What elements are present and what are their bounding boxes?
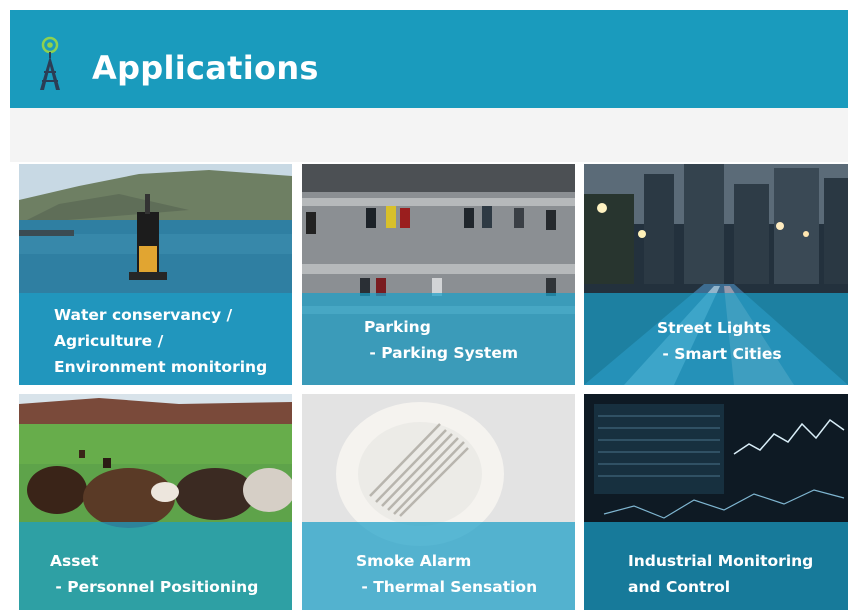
tile-street-lights[interactable]: Street Lights - Smart Cities: [584, 164, 848, 385]
tile-caption: Industrial Monitoring and Control: [628, 552, 814, 596]
tile-parking[interactable]: Parking - Parking System: [302, 164, 575, 385]
tile-industrial-monitoring[interactable]: Industrial Monitoring and Control: [584, 394, 848, 610]
tile-asset-positioning[interactable]: Asset - Personnel Positioning: [19, 394, 292, 610]
tile-smoke-alarm[interactable]: Smoke Alarm - Thermal Sensation: [302, 394, 575, 610]
tile-caption: Water conservancy / Agriculture / Enviro…: [54, 306, 268, 376]
applications-grid: Water conservancy / Agriculture / Enviro…: [0, 0, 848, 610]
tile-caption: Smoke Alarm - Thermal Sensation: [356, 552, 538, 596]
tile-caption: Parking - Parking System: [364, 318, 518, 362]
tile-caption: Asset - Personnel Positioning: [50, 552, 259, 596]
tile-caption: Street Lights - Smart Cities: [657, 319, 782, 363]
tile-water-monitoring[interactable]: Water conservancy / Agriculture / Enviro…: [19, 164, 292, 385]
